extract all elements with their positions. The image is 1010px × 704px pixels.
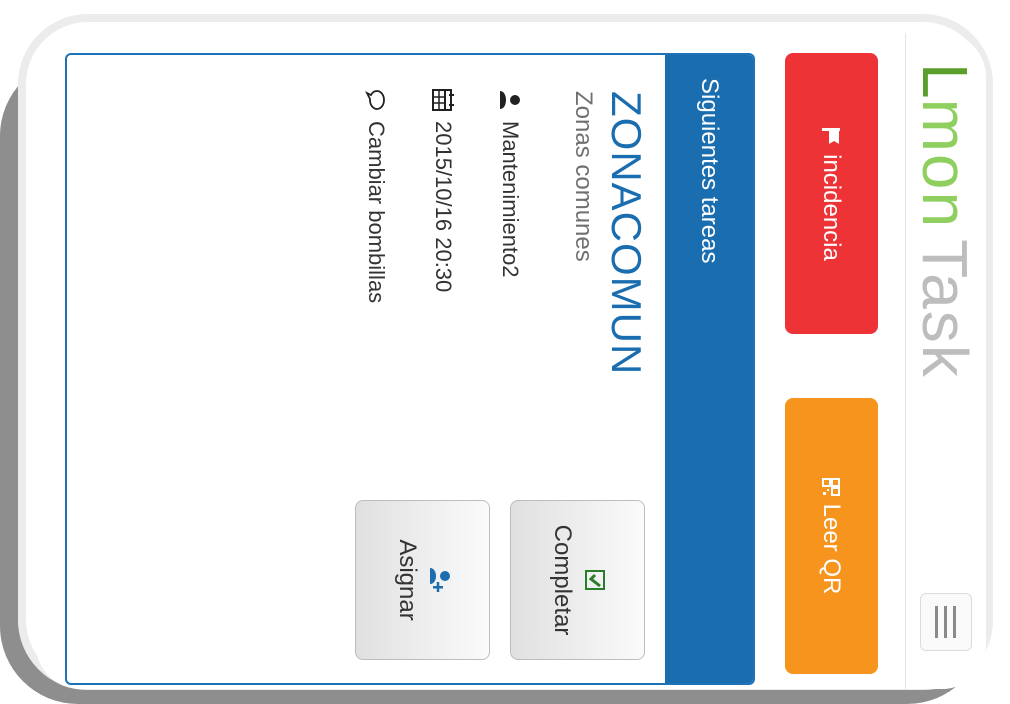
task-datetime: 2015/10/16 20:30 [431, 121, 456, 293]
assign-label: Asignar [394, 539, 422, 621]
zone-name: Zonas comunes [570, 91, 597, 262]
user-plus-icon [430, 568, 451, 592]
assign-task-button[interactable]: Asignar [355, 500, 490, 660]
task-description-row: Cambiar bombillas [363, 89, 389, 303]
complete-task-button[interactable]: Completar [510, 500, 645, 660]
read-qr-label: Leer QR [818, 503, 846, 595]
user-icon [500, 91, 520, 109]
app-content: L mon Task incidencia Leer QR Siguientes… [36, 33, 986, 689]
app-screen: L mon Task incidencia Leer QR Siguientes… [36, 33, 986, 689]
hamburger-menu-icon[interactable] [920, 593, 972, 651]
logo-text: mon [909, 98, 981, 230]
complete-label: Completar [549, 524, 577, 636]
check-square-icon [585, 570, 606, 590]
incidencia-button[interactable]: incidencia [785, 53, 878, 334]
logo-task-text: Task [909, 239, 981, 379]
incidencia-label: incidencia [818, 154, 846, 261]
next-tasks-panel: Siguientes tareas ZONACOMUN Zonas comune… [65, 53, 755, 685]
zone-code: ZONACOMUN [603, 91, 650, 376]
calendar-icon [432, 89, 454, 111]
task-date-row: 2015/10/16 20:30 [430, 89, 456, 292]
app-logo[interactable]: L mon Task [909, 63, 981, 379]
task-user: Mantenimiento2 [498, 121, 523, 278]
panel-header: Siguientes tareas [665, 55, 753, 683]
comment-icon [365, 90, 385, 110]
read-qr-button[interactable]: Leer QR [785, 398, 878, 674]
panel-title: Siguientes tareas [696, 78, 723, 264]
logo-letter: L [909, 63, 981, 99]
qr-code-icon [822, 477, 841, 496]
task-user-row: Mantenimiento2 [497, 89, 523, 278]
task-description: Cambiar bombillas [364, 121, 389, 304]
flag-icon [822, 128, 841, 145]
top-navbar: L mon Task [905, 33, 986, 689]
